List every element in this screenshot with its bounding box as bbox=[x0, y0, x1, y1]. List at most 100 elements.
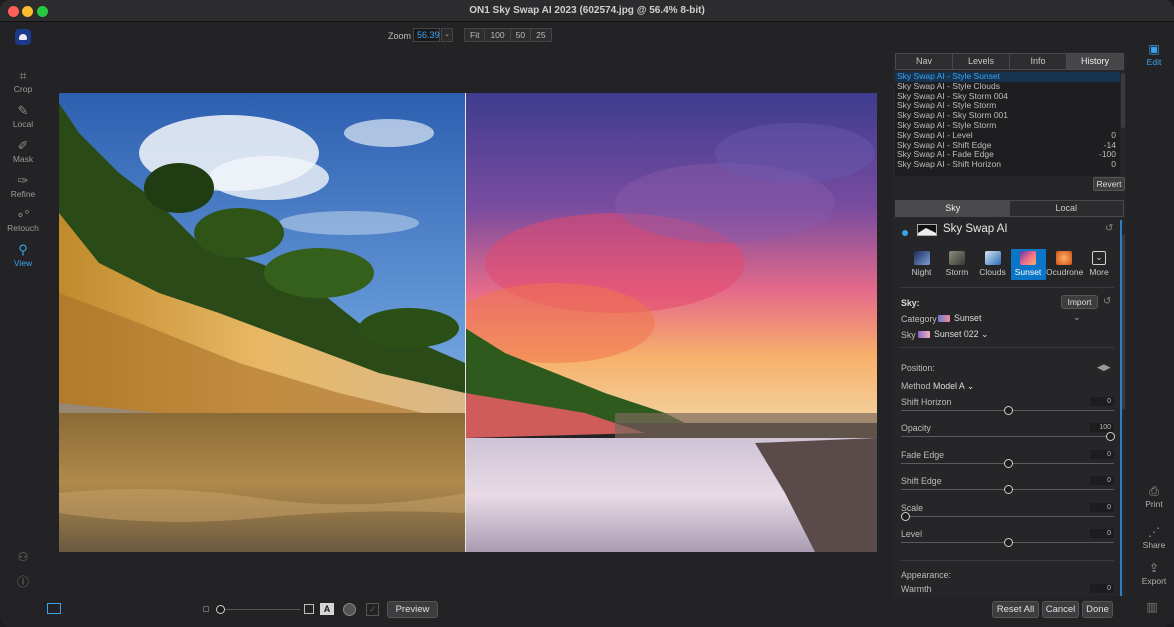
history-item-label: Sky Swap AI - Style Storm bbox=[897, 119, 997, 130]
sky-select[interactable]: Sunset 022 ⌄ bbox=[918, 329, 988, 340]
scale-slider[interactable]: Scale 0 bbox=[901, 503, 1114, 527]
zoom-out-icon[interactable] bbox=[203, 606, 209, 612]
slider-knob[interactable] bbox=[1106, 432, 1115, 441]
tab-nav[interactable]: Nav bbox=[896, 54, 953, 69]
style-ocudrone-label: Ocudrone bbox=[1046, 267, 1084, 277]
category-select[interactable]: Sunset bbox=[938, 313, 981, 323]
method-select[interactable]: Model A ⌄ bbox=[933, 381, 974, 392]
style-night[interactable]: Night bbox=[904, 249, 939, 280]
panel-toggle-icon[interactable]: ▥ bbox=[1144, 600, 1160, 616]
tool-crop[interactable]: ⌗ Crop bbox=[0, 67, 46, 94]
history-item[interactable]: Sky Swap AI - Shift Horizon 0 bbox=[895, 159, 1120, 170]
module-print[interactable]: ⎙ Print bbox=[1134, 483, 1174, 509]
opacity-slider[interactable]: Opacity 100 bbox=[901, 423, 1115, 447]
user-icon[interactable]: ⚇ bbox=[15, 550, 31, 566]
tab-info[interactable]: Info bbox=[1010, 54, 1067, 69]
level-slider[interactable]: Level 0 bbox=[901, 529, 1114, 553]
slider-knob[interactable] bbox=[1004, 406, 1013, 415]
module-reset-icon[interactable]: ↺ bbox=[1105, 223, 1113, 234]
before-after-divider[interactable] bbox=[465, 93, 466, 552]
slider-knob[interactable] bbox=[1004, 485, 1013, 494]
style-sunset[interactable]: Sunset bbox=[1010, 249, 1046, 280]
slider-track[interactable] bbox=[901, 436, 1114, 437]
tab-levels[interactable]: Levels bbox=[953, 54, 1010, 69]
slider-knob[interactable] bbox=[1004, 459, 1013, 468]
text-overlay-icon[interactable]: A bbox=[320, 603, 334, 615]
history-item-label: Sky Swap AI - Fade Edge bbox=[897, 149, 994, 160]
zoom-fit-button[interactable]: Fit bbox=[465, 29, 486, 41]
slider-label: Warmth bbox=[901, 584, 932, 594]
slider-knob[interactable] bbox=[901, 512, 910, 521]
revert-button[interactable]: Revert bbox=[1093, 177, 1125, 191]
tab-history[interactable]: History bbox=[1067, 54, 1123, 69]
preview-button[interactable]: Preview bbox=[387, 601, 438, 618]
zoom-100-button[interactable]: 100 bbox=[485, 29, 511, 41]
tool-mask-label: Mask bbox=[12, 154, 34, 164]
module-export[interactable]: ⇪ Export bbox=[1134, 560, 1174, 586]
sky-reset-icon[interactable]: ↺ bbox=[1103, 296, 1111, 307]
slider-track[interactable] bbox=[901, 516, 1114, 517]
tool-local[interactable]: ✎ Local bbox=[0, 102, 46, 129]
cancel-button[interactable]: Cancel bbox=[1042, 601, 1079, 618]
tool-mask[interactable]: ✐ Mask bbox=[0, 137, 46, 164]
crop-icon: ⌗ bbox=[19, 68, 27, 83]
category-label: Category bbox=[901, 314, 937, 324]
style-sunset-label: Sunset bbox=[1014, 267, 1042, 277]
import-button[interactable]: Import bbox=[1061, 295, 1098, 309]
shift-horizon-slider[interactable]: Shift Horizon 0 bbox=[901, 397, 1114, 421]
fade-edge-slider[interactable]: Fade Edge 0 bbox=[901, 450, 1114, 474]
zoom-in-icon[interactable] bbox=[304, 604, 314, 614]
category-swatch-icon bbox=[938, 315, 950, 323]
tool-view[interactable]: ⚲ View bbox=[0, 241, 46, 268]
tool-retouch[interactable]: ∘° Retouch bbox=[0, 206, 46, 233]
thumbnail-size-knob[interactable] bbox=[216, 605, 225, 614]
style-more[interactable]: ⌄ More bbox=[1082, 249, 1117, 280]
mask-view-icon[interactable] bbox=[343, 603, 356, 616]
slider-value[interactable]: 0 bbox=[1090, 584, 1114, 593]
position-heading: Position: bbox=[901, 363, 935, 373]
module-share-label: Share bbox=[1142, 540, 1166, 550]
style-clouds[interactable]: Clouds bbox=[975, 249, 1010, 280]
category-chevron-icon[interactable]: ⌄ bbox=[1073, 312, 1080, 323]
warmth-slider[interactable]: Warmth 0 bbox=[901, 584, 1114, 596]
compare-view-icon[interactable]: ✓ bbox=[366, 603, 379, 616]
done-button[interactable]: Done bbox=[1082, 601, 1113, 618]
divider bbox=[900, 560, 1114, 561]
image-canvas[interactable] bbox=[59, 93, 877, 552]
zoom-25-button[interactable]: 25 bbox=[531, 29, 550, 41]
tab-local[interactable]: Local bbox=[1009, 201, 1123, 216]
slider-value[interactable]: 0 bbox=[1090, 450, 1114, 459]
slider-value[interactable]: 100 bbox=[1090, 423, 1114, 432]
thumbnail-size-slider[interactable] bbox=[220, 609, 300, 610]
panel-scrollbar[interactable] bbox=[1122, 235, 1125, 410]
module-share[interactable]: ⋰ Share bbox=[1134, 524, 1174, 550]
slider-value[interactable]: 0 bbox=[1090, 503, 1114, 512]
slider-knob[interactable] bbox=[1004, 538, 1013, 547]
style-ocudrone[interactable]: Ocudrone bbox=[1046, 249, 1084, 280]
shift-edge-slider[interactable]: Shift Edge 0 bbox=[901, 476, 1114, 500]
storm-thumbnail-icon bbox=[949, 251, 965, 265]
tab-sky[interactable]: Sky bbox=[896, 201, 1010, 216]
slider-value[interactable]: 0 bbox=[1090, 476, 1114, 485]
slider-value[interactable]: 0 bbox=[1090, 397, 1114, 406]
share-icon: ⋰ bbox=[1148, 525, 1160, 539]
tool-refine[interactable]: ✑ Refine bbox=[0, 172, 46, 199]
zoom-dropdown-button[interactable]: ⌄ bbox=[441, 28, 453, 42]
module-enabled-indicator[interactable] bbox=[902, 230, 908, 236]
style-storm[interactable]: Storm bbox=[940, 249, 975, 280]
window-title: ON1 Sky Swap AI 2023 (602574.jpg @ 56.4%… bbox=[469, 5, 705, 16]
slider-value[interactable]: 0 bbox=[1090, 529, 1114, 538]
module-edit[interactable]: ▣ Edit bbox=[1134, 41, 1174, 67]
ocudrone-thumbnail-icon bbox=[1055, 251, 1072, 265]
mask-brush-icon: ✐ bbox=[17, 138, 29, 153]
retouch-icon: ∘° bbox=[16, 207, 30, 222]
help-icon[interactable]: ⓘ bbox=[15, 573, 31, 589]
zoom-50-button[interactable]: 50 bbox=[511, 29, 532, 41]
layout-frame-icon[interactable] bbox=[47, 603, 61, 614]
reset-all-button[interactable]: Reset All bbox=[992, 601, 1039, 618]
zoom-value-field[interactable]: 56.39 bbox=[413, 28, 440, 42]
position-arrows-icon[interactable]: ◀▶ bbox=[1097, 362, 1111, 373]
history-item-label: Sky Swap AI - Shift Edge bbox=[897, 139, 992, 150]
clouds-thumbnail-icon bbox=[984, 251, 1001, 265]
history-scrollbar[interactable] bbox=[1121, 73, 1125, 128]
